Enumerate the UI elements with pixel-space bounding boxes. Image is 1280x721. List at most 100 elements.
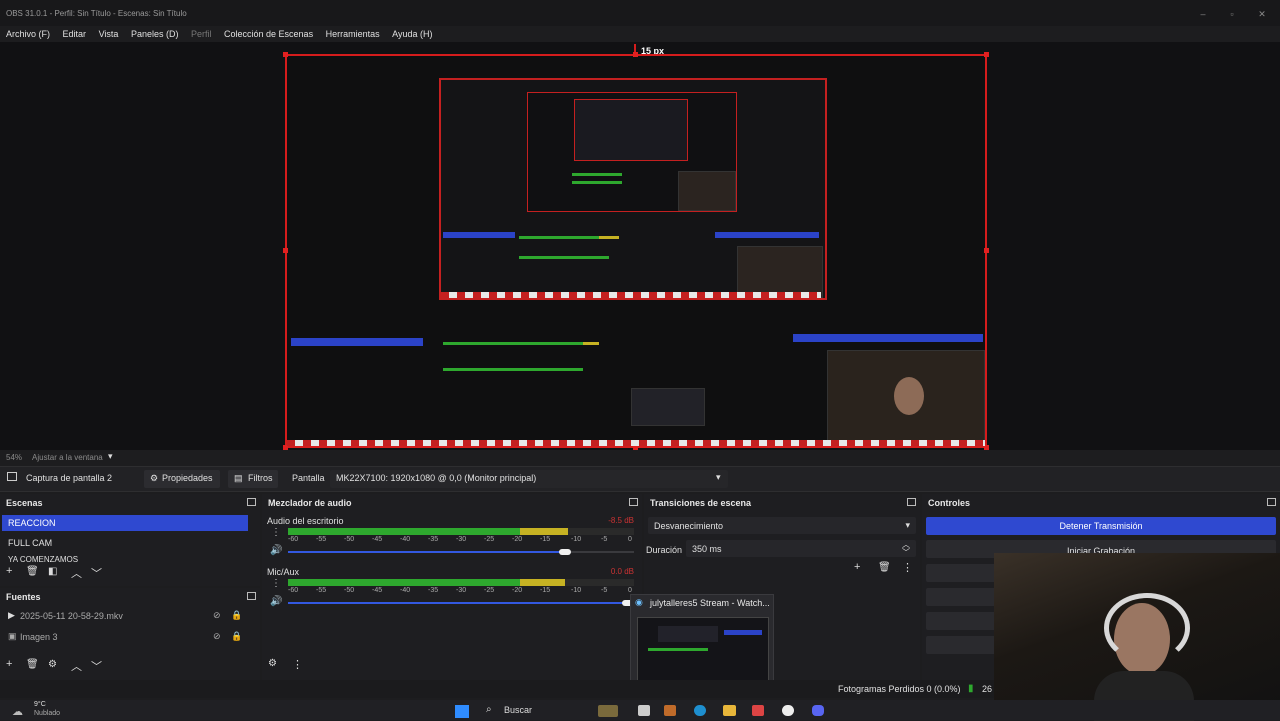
volume-slider-fill (288, 602, 634, 604)
properties-button[interactable]: ⚙ Propiedades (144, 470, 220, 488)
volume-slider-handle[interactable] (559, 549, 571, 555)
chevron-up-icon[interactable]: ︿ (71, 658, 82, 674)
control-button[interactable] (926, 564, 996, 582)
control-button[interactable] (926, 588, 996, 606)
close-icon[interactable]: ✕ (1257, 10, 1267, 19)
fit-to-window[interactable]: Ajustar a la ventana (32, 453, 103, 462)
taskbar-app-icon[interactable] (664, 705, 676, 716)
meter-scale: -60 -55 -50 -45 -40 -35 -30 -25 -20 -15 -10 -5 0 (288, 587, 632, 594)
menu-ayuda[interactable]: Ayuda (H) (392, 26, 432, 42)
windows-start-icon[interactable] (455, 705, 469, 718)
menu-paneles[interactable]: Paneles (D) (131, 26, 179, 42)
resize-handle-tl[interactable] (283, 52, 288, 57)
add-icon[interactable]: + (6, 565, 12, 577)
filters-button[interactable]: ▤ Filtros (228, 470, 278, 488)
nested-preview-2 (527, 92, 737, 212)
maximize-icon[interactable]: ▫ (1227, 10, 1237, 19)
transition-select[interactable]: Desvanecimiento ▾ (648, 517, 916, 534)
duration-spinbox[interactable]: 350 ms ︿ ﹀ (686, 540, 916, 557)
menu-herramientas[interactable]: Herramientas (326, 26, 380, 42)
menu-perfil[interactable]: Perfil (191, 26, 212, 42)
selected-source-capture[interactable] (283, 52, 989, 450)
visibility-hidden-icon[interactable]: ⊘ (213, 610, 221, 621)
undock-icon[interactable] (907, 498, 916, 506)
volume-slider[interactable] (288, 549, 634, 555)
folder-icon[interactable] (723, 705, 736, 716)
speaker-icon[interactable]: 🔊 (270, 596, 282, 607)
stop-stream-button[interactable]: Detener Transmisión (926, 517, 1276, 535)
menu-archivo[interactable]: Archivo (F) (6, 26, 50, 42)
add-icon[interactable]: + (854, 561, 860, 573)
visibility-hidden-icon[interactable]: ⊘ (213, 631, 221, 642)
speaker-icon[interactable]: 🔊 (270, 545, 282, 556)
chevron-down-icon[interactable]: ﹀ (902, 547, 910, 558)
control-button[interactable] (926, 636, 996, 654)
obs-icon[interactable] (782, 705, 794, 716)
menu-editar[interactable]: Editar (63, 26, 87, 42)
menu-coleccion-escenas[interactable]: Colección de Escenas (224, 26, 313, 42)
taskbar-search[interactable]: Buscar (504, 705, 532, 715)
transition-value: Desvanecimiento (654, 521, 724, 531)
scene-item[interactable]: FULL CAM (2, 535, 256, 551)
chevron-down-icon[interactable]: ﹀ (91, 565, 102, 581)
resize-handle-top[interactable] (633, 52, 638, 57)
scenes-title: Escenas (6, 498, 43, 508)
chevron-down-icon[interactable]: ﹀ (91, 658, 102, 674)
nested-meter (519, 236, 599, 239)
gear-icon[interactable]: ⚙ (48, 659, 57, 670)
taskbar-app-icon[interactable] (598, 705, 618, 717)
trash-icon[interactable]: 🗑 (878, 562, 891, 573)
undock-icon[interactable] (247, 498, 256, 506)
nested-popup (631, 388, 705, 426)
properties-label: Propiedades (162, 473, 213, 483)
weather-temp[interactable]: 9°C (34, 701, 46, 708)
add-icon[interactable]: + (6, 658, 12, 670)
nested-control-button (715, 232, 819, 238)
volume-slider-fill (288, 551, 565, 553)
chevron-down-icon: ▾ (905, 520, 910, 530)
resize-handle-right[interactable] (984, 248, 989, 253)
kebab-menu-icon[interactable]: ⋮ (292, 658, 303, 671)
filters-label: Filtros (248, 473, 273, 483)
undock-icon[interactable] (1267, 498, 1276, 506)
undock-icon[interactable] (247, 592, 256, 600)
menu-vista[interactable]: Vista (99, 26, 119, 42)
undock-icon[interactable] (629, 498, 638, 506)
chevron-down-icon[interactable]: ▾ (108, 451, 113, 462)
nested-preview-3 (574, 99, 688, 161)
control-button[interactable] (926, 612, 996, 630)
gear-icon[interactable]: ⚙ (268, 658, 277, 669)
audio-mixer-dock: Mezclador de audio Audio del escritorio … (262, 494, 642, 680)
search-icon[interactable]: ⌕ (486, 704, 492, 715)
discord-icon[interactable] (812, 705, 824, 716)
minimize-icon[interactable]: – (1198, 10, 1208, 19)
display-select[interactable]: MK22X7100: 1920x1080 @ 0,0 (Monitor prin… (330, 470, 728, 488)
taskbar-preview-popup[interactable]: ◉ julytalleres5 Stream - Watch... (630, 594, 774, 690)
lock-icon[interactable]: 🔒 (231, 610, 242, 621)
scene-filter-icon[interactable]: ◧ (48, 566, 57, 577)
channel-menu-icon[interactable]: ⋮ (271, 527, 281, 538)
scene-item[interactable]: YA COMENZAMOS (2, 555, 256, 563)
channel-menu-icon[interactable]: ⋮ (271, 578, 281, 589)
mixer-channel: Audio del escritorio -8.5 dB ⋮ -60 -55 -50… (262, 512, 642, 560)
kebab-menu-icon[interactable]: ⋮ (902, 561, 913, 574)
volume-slider[interactable] (288, 600, 634, 606)
transitions-title: Transiciones de escena (650, 498, 752, 508)
edge-icon[interactable] (694, 705, 706, 716)
task-view-icon[interactable] (638, 705, 650, 716)
store-icon[interactable] (752, 705, 764, 716)
resize-handle-left[interactable] (283, 248, 288, 253)
resize-handle-tr[interactable] (984, 52, 989, 57)
trash-icon[interactable]: 🗑 (26, 659, 39, 670)
window-title: OBS 31.0.1 - Perfil: Sin Título - Escena… (6, 9, 187, 18)
zoom-level[interactable]: 54% (6, 453, 22, 462)
nested-webcam (827, 350, 985, 446)
filter-icon: ▤ (234, 473, 243, 483)
nested-meter (583, 342, 599, 345)
trash-icon[interactable]: 🗑 (26, 566, 39, 577)
scene-item[interactable]: REACCION (2, 515, 248, 531)
lock-icon[interactable]: 🔒 (231, 631, 242, 642)
nested-webcam (678, 171, 736, 211)
weather-desc[interactable]: Nublado (34, 710, 60, 717)
chevron-up-icon[interactable]: ︿ (71, 565, 82, 581)
